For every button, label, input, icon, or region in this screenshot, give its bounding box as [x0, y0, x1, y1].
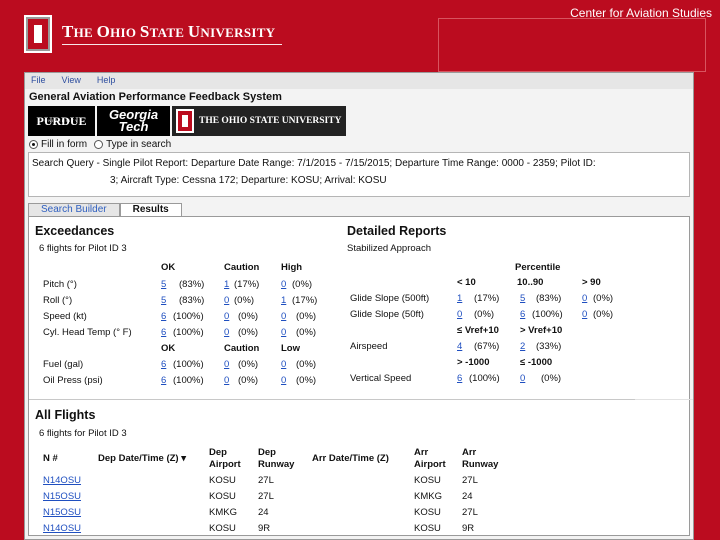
georgia-tech-logo: Georgia Tech	[97, 106, 170, 136]
exc-header2-ok: OK	[161, 343, 176, 354]
airspeed-header-le: ≤ Vref+10	[457, 325, 499, 336]
airspeed-link-gt[interactable]: 2	[520, 341, 525, 352]
all-flights-title: All Flights	[35, 408, 96, 422]
exc-link-oil-caution[interactable]: 0	[224, 375, 229, 386]
exc-header2-caution: Caution	[224, 343, 260, 354]
col-arr-airport-2[interactable]: Airport	[414, 459, 446, 470]
section-divider-end	[635, 399, 693, 400]
exc-link-cht-caution[interactable]: 0	[224, 327, 229, 338]
all-flights-subtitle: 6 flights for Pilot ID 3	[39, 428, 127, 439]
menu-file[interactable]: File	[31, 75, 46, 87]
search-query-box: Search Query - Single Pilot Report: Depa…	[28, 152, 690, 197]
type-in-search-label: Type in search	[106, 139, 172, 150]
glide500-link-mid[interactable]: 5	[520, 293, 525, 304]
col-dep-date[interactable]: Dep Date/Time (Z) ▾	[98, 453, 186, 464]
center-label-box	[438, 18, 706, 72]
airspeed-header-gt: > Vref+10	[520, 325, 563, 336]
exc-header-caution: Caution	[224, 262, 260, 273]
col-arr-runway-2[interactable]: Runway	[462, 459, 498, 470]
airspeed-link-le[interactable]: 4	[457, 341, 462, 352]
fill-in-form-label: Fill in form	[41, 139, 88, 150]
exc-link-pitch-ok[interactable]: 5	[161, 279, 166, 290]
results-panel: Exceedances 6 flights for Pilot ID 3 OK …	[28, 216, 693, 536]
tab-results[interactable]: Results	[119, 203, 182, 216]
glide50-link-low[interactable]: 0	[457, 309, 462, 320]
exceedances-title: Exceedances	[35, 224, 115, 238]
tab-bar: Search Builder Results	[28, 203, 690, 216]
section-divider	[29, 399, 635, 400]
col-dep-runway-2[interactable]: Runway	[258, 459, 294, 470]
flight-link[interactable]: N14OSU	[43, 523, 81, 534]
menu-bar: File View Help	[25, 73, 693, 89]
exc-header-high: High	[281, 262, 303, 273]
exc-header2-low: Low	[281, 343, 300, 354]
exc-link-cht-ok[interactable]: 6	[161, 327, 166, 338]
tab-search-builder[interactable]: Search Builder	[28, 203, 120, 216]
app-title: General Aviation Performance Feedback Sy…	[29, 91, 282, 103]
exc-link-roll-high[interactable]: 1	[281, 295, 286, 306]
glide500-link-low[interactable]: 1	[457, 293, 462, 304]
partner-logos: PURDUE UNIVERSITY Georgia Tech THE OHIO …	[25, 103, 693, 137]
university-name: THE OHIO STATE UNIVERSITY	[62, 22, 276, 41]
ohio-state-block-o-logo	[24, 15, 52, 53]
exc-link-fuel-ok[interactable]: 6	[161, 359, 166, 370]
col-n-number[interactable]: N #	[43, 453, 58, 464]
app-window: File View Help General Aviation Performa…	[24, 72, 694, 540]
exceedances-subtitle: 6 flights for Pilot ID 3	[39, 243, 127, 254]
exc-link-pitch-caution[interactable]: 1	[224, 279, 229, 290]
glide50-link-mid[interactable]: 6	[520, 309, 525, 320]
col-dep-runway-1[interactable]: Dep	[258, 447, 276, 458]
col-dep-airport-2[interactable]: Airport	[209, 459, 241, 470]
vs-header-gt: > -1000	[457, 357, 490, 368]
type-in-search-radio[interactable]	[94, 140, 104, 149]
header-underline	[62, 44, 282, 45]
exc-link-oil-ok[interactable]: 6	[161, 375, 166, 386]
exc-link-speed-high[interactable]: 0	[281, 311, 286, 322]
sort-desc-icon: ▾	[181, 453, 187, 464]
flight-link[interactable]: N15OSU	[43, 491, 81, 502]
glide50-link-high[interactable]: 0	[582, 309, 587, 320]
exc-link-roll-ok[interactable]: 5	[161, 295, 166, 306]
purdue-logo: PURDUE UNIVERSITY	[28, 106, 95, 136]
exc-link-roll-caution[interactable]: 0	[224, 295, 229, 306]
block-o-icon	[176, 109, 194, 133]
glide500-link-high[interactable]: 0	[582, 293, 587, 304]
exc-link-cht-high[interactable]: 0	[281, 327, 286, 338]
col-arr-date[interactable]: Arr Date/Time (Z)	[312, 453, 389, 464]
col-arr-runway-1[interactable]: Arr	[462, 447, 476, 458]
exc-link-pitch-high[interactable]: 0	[281, 279, 286, 290]
vs-link-le[interactable]: 0	[520, 373, 525, 384]
exc-link-speed-ok[interactable]: 6	[161, 311, 166, 322]
col-arr-airport-1[interactable]: Arr	[414, 447, 428, 458]
pct-header-mid: 10..90	[517, 277, 544, 288]
query-line-2: 3; Aircraft Type: Cessna 172; Departure:…	[110, 175, 387, 186]
fill-in-form-radio[interactable]	[29, 140, 38, 149]
pct-header-low: < 10	[457, 277, 476, 288]
detailed-reports-title: Detailed Reports	[347, 224, 447, 238]
exc-link-oil-low[interactable]: 0	[281, 375, 286, 386]
exc-link-speed-caution[interactable]: 0	[224, 311, 229, 322]
exc-link-fuel-low[interactable]: 0	[281, 359, 286, 370]
vs-header-le: ≤ -1000	[520, 357, 553, 368]
exc-header-ok: OK	[161, 262, 176, 273]
query-line-1: Search Query - Single Pilot Report: Depa…	[32, 158, 596, 169]
col-dep-airport-1[interactable]: Dep	[209, 447, 227, 458]
flight-link[interactable]: N15OSU	[43, 507, 81, 518]
menu-view[interactable]: View	[62, 75, 81, 87]
center-label: Center for Aviation Studies	[570, 6, 712, 20]
flight-link[interactable]: N14OSU	[43, 475, 81, 486]
menu-help[interactable]: Help	[97, 75, 116, 87]
ohio-state-logo: THE OHIO STATE UNIVERSITY	[172, 106, 346, 136]
vs-link-gt[interactable]: 6	[457, 373, 462, 384]
percentile-label: Percentile	[515, 262, 561, 273]
pct-header-high: > 90	[582, 277, 601, 288]
exc-link-fuel-caution[interactable]: 0	[224, 359, 229, 370]
search-mode-options: Fill in form Type in search	[25, 137, 693, 152]
detailed-reports-subtitle: Stabilized Approach	[347, 243, 431, 254]
